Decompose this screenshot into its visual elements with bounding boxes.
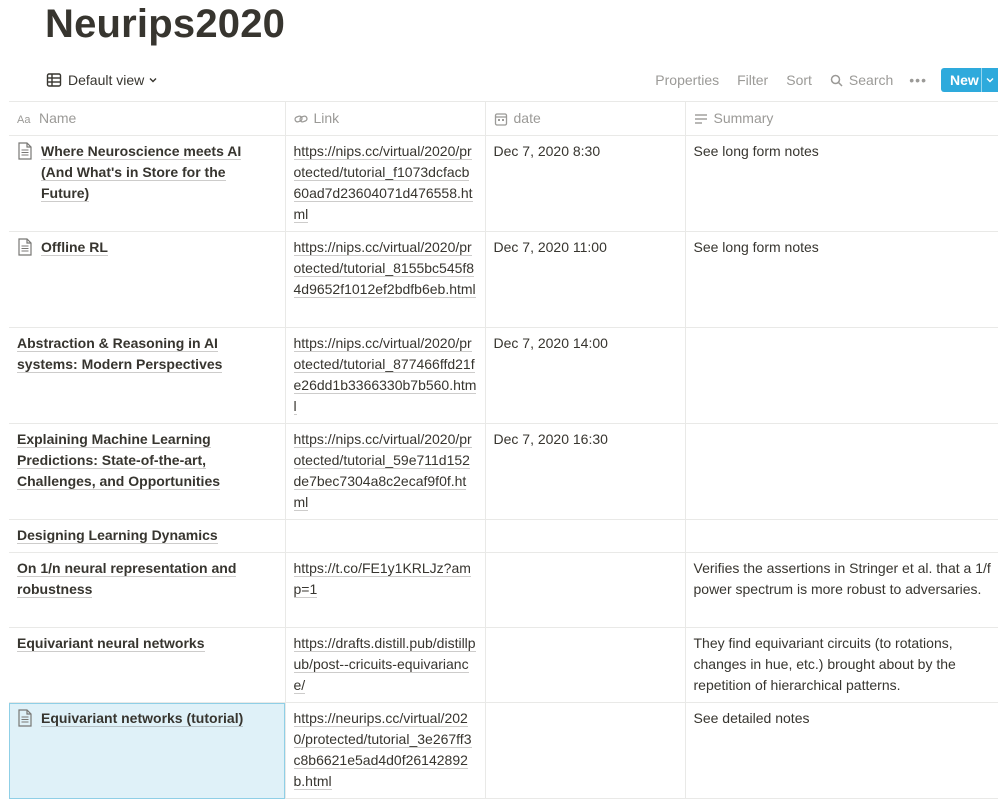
summary-text: See long form notes (693, 143, 819, 159)
page-title: Neurips2020 (45, 2, 286, 46)
name-cell[interactable]: Abstraction & Reasoning in AI systems: M… (9, 327, 286, 424)
url-link[interactable]: https://nips.cc/virtual/2020/protected/t… (293, 335, 477, 415)
summary-cell[interactable]: Verifies the assertions in Stringer et a… (684, 552, 998, 628)
summary-cell[interactable] (684, 423, 998, 520)
search-label: Search (848, 72, 894, 88)
summary-cell[interactable] (684, 327, 998, 424)
url-link[interactable]: https://nips.cc/virtual/2020/protected/t… (293, 143, 473, 223)
name-cell[interactable]: Offline RL (9, 231, 286, 328)
url-link[interactable]: https://drafts.distill.pub/distillpub/po… (293, 635, 476, 694)
filter-button[interactable]: Filter (737, 72, 768, 88)
summary-text: Verifies the assertions in Stringer et a… (693, 560, 991, 597)
table-row: On 1/n neural representation and robustn… (9, 552, 998, 628)
name-cell[interactable]: Equivariant neural networks (9, 627, 286, 703)
column-header-name[interactable]: Aa Name (9, 101, 286, 136)
new-dropdown-button[interactable] (981, 68, 998, 92)
table-header-row: Aa Name Link date Summary (9, 101, 998, 136)
url-link[interactable]: https://nips.cc/virtual/2020/protected/t… (293, 431, 472, 511)
name-cell[interactable]: Equivariant networks (tutorial) (9, 702, 286, 799)
name-cell[interactable]: Where Neuroscience meets AI (And What's … (9, 135, 286, 232)
date-cell[interactable]: Dec 7, 2020 16:30 (484, 423, 686, 520)
text-property-icon: Aa (17, 114, 31, 125)
more-options-icon[interactable]: ••• (909, 72, 927, 88)
search-icon (830, 74, 843, 87)
row-title[interactable]: Designing Learning Dynamics (17, 527, 218, 544)
column-header-label: Name (39, 110, 77, 126)
date-cell[interactable] (484, 702, 686, 799)
url-link[interactable]: https://neurips.cc/virtual/2020/protecte… (293, 710, 472, 790)
link-cell[interactable] (284, 519, 486, 553)
table-view-icon (46, 73, 62, 87)
sort-button[interactable]: Sort (786, 72, 812, 88)
new-button[interactable]: New (941, 68, 981, 92)
link-cell[interactable]: https://drafts.distill.pub/distillpub/po… (284, 627, 486, 703)
name-cell[interactable]: On 1/n neural representation and robustn… (9, 552, 286, 628)
database-table: Aa Name Link date Summary Where Neurosci… (9, 101, 998, 799)
view-toolbar: Default view Properties Filter Sort Sear… (0, 64, 998, 96)
page-icon (18, 238, 32, 256)
summary-cell[interactable]: See long form notes (684, 231, 998, 328)
date-cell[interactable]: Dec 7, 2020 8:30 (484, 135, 686, 232)
view-label: Default view (68, 72, 145, 88)
date-value: Dec 7, 2020 8:30 (493, 143, 601, 159)
link-cell[interactable]: https://nips.cc/virtual/2020/protected/t… (284, 231, 486, 328)
date-value: Dec 7, 2020 11:00 (493, 239, 607, 255)
summary-text: See detailed notes (693, 710, 810, 726)
date-cell[interactable] (484, 552, 686, 628)
url-link[interactable]: https://nips.cc/virtual/2020/protected/t… (293, 239, 476, 298)
link-cell[interactable]: https://nips.cc/virtual/2020/protected/t… (284, 135, 486, 232)
summary-cell[interactable]: See detailed notes (684, 702, 998, 799)
table-row: Abstraction & Reasoning in AI systems: M… (9, 327, 998, 424)
summary-text: See long form notes (693, 239, 819, 255)
table-row: Equivariant networks (tutorial) https://… (9, 702, 998, 799)
svg-text:Aa: Aa (17, 114, 31, 125)
column-header-date[interactable]: date (484, 101, 686, 136)
page-icon (18, 142, 32, 160)
link-cell[interactable]: https://nips.cc/virtual/2020/protected/t… (284, 327, 486, 424)
column-header-label: date (513, 110, 541, 126)
toolbar-actions: Properties Filter Sort Search ••• New (637, 68, 998, 92)
column-header-link[interactable]: Link (284, 101, 486, 136)
calendar-icon (494, 112, 507, 126)
chevron-down-icon (149, 78, 157, 83)
row-title[interactable]: Equivariant networks (tutorial) (41, 710, 244, 727)
link-cell[interactable]: https://t.co/FE1y1KRLJz?amp=1 (284, 552, 486, 628)
table-row: Explaining Machine Learning Predictions:… (9, 423, 998, 520)
view-selector[interactable]: Default view (46, 70, 158, 90)
date-cell[interactable]: Dec 7, 2020 11:00 (484, 231, 686, 328)
column-header-label: Summary (713, 110, 774, 126)
row-title[interactable]: On 1/n neural representation and robustn… (17, 560, 237, 598)
column-header-summary[interactable]: Summary (684, 101, 998, 136)
summary-cell[interactable] (684, 519, 998, 553)
date-cell[interactable] (484, 519, 686, 553)
table-row: Offline RL https://nips.cc/virtual/2020/… (9, 231, 998, 328)
date-value: Dec 7, 2020 14:00 (493, 335, 608, 351)
table-row: Equivariant neural networks https://draf… (9, 627, 998, 703)
search-button[interactable]: Search (830, 72, 893, 88)
table-row: Where Neuroscience meets AI (And What's … (9, 135, 998, 232)
text-lines-icon (694, 113, 707, 124)
name-cell[interactable]: Designing Learning Dynamics (9, 519, 286, 553)
url-link[interactable]: https://t.co/FE1y1KRLJz?amp=1 (293, 560, 471, 598)
summary-text: They find equivariant circuits (to rotat… (693, 635, 956, 693)
summary-cell[interactable]: They find equivariant circuits (to rotat… (684, 627, 998, 703)
table-row: Designing Learning Dynamics (9, 519, 998, 553)
date-value: Dec 7, 2020 16:30 (493, 431, 608, 447)
row-title[interactable]: Explaining Machine Learning Predictions:… (17, 431, 221, 490)
link-cell[interactable]: https://nips.cc/virtual/2020/protected/t… (284, 423, 486, 520)
row-title[interactable]: Where Neuroscience meets AI (And What's … (41, 143, 242, 202)
row-title[interactable]: Abstraction & Reasoning in AI systems: M… (17, 335, 223, 373)
column-header-label: Link (313, 110, 340, 126)
link-cell[interactable]: https://neurips.cc/virtual/2020/protecte… (284, 702, 486, 799)
date-cell[interactable]: Dec 7, 2020 14:00 (484, 327, 686, 424)
properties-button[interactable]: Properties (655, 72, 719, 88)
date-cell[interactable] (484, 627, 686, 703)
row-title[interactable]: Offline RL (41, 239, 108, 256)
summary-cell[interactable]: See long form notes (684, 135, 998, 232)
page-icon (18, 709, 32, 727)
link-icon (293, 115, 308, 122)
row-title[interactable]: Equivariant neural networks (17, 635, 205, 652)
chevron-down-icon (986, 78, 994, 83)
name-cell[interactable]: Explaining Machine Learning Predictions:… (9, 423, 286, 520)
